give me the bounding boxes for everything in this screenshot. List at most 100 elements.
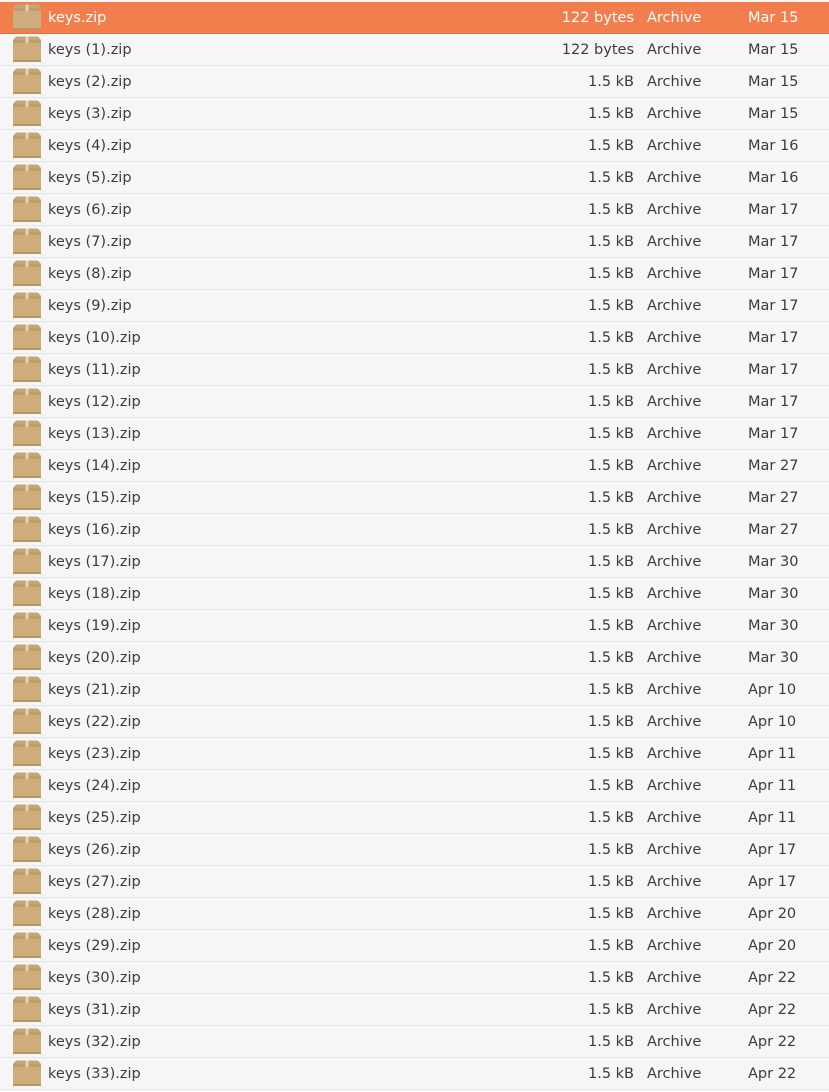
file-name: keys (19).zip [48, 618, 141, 634]
archive-package-icon [12, 868, 42, 895]
archive-package-icon [12, 228, 42, 255]
file-row[interactable]: keys (13).zip 1.5 kB Archive Mar 17 [0, 418, 829, 450]
file-modified: Mar 17 [748, 298, 799, 314]
file-name: keys (6).zip [48, 202, 132, 218]
file-row[interactable]: keys (31).zip 1.5 kB Archive Apr 22 [0, 994, 829, 1026]
file-row[interactable]: keys (26).zip 1.5 kB Archive Apr 17 [0, 834, 829, 866]
archive-package-icon [12, 580, 42, 607]
file-size: 1.5 kB [587, 170, 634, 186]
file-modified: Apr 11 [748, 746, 797, 762]
file-name: keys (12).zip [48, 394, 141, 410]
archive-package-icon [12, 644, 42, 671]
file-type: Archive [647, 106, 702, 122]
file-name: keys (4).zip [48, 138, 132, 154]
file-name: keys (23).zip [48, 746, 141, 762]
file-modified: Apr 22 [748, 1034, 797, 1050]
file-type: Archive [647, 522, 702, 538]
file-row[interactable]: keys (14).zip 1.5 kB Archive Mar 27 [0, 450, 829, 482]
file-name: keys (2).zip [48, 74, 132, 90]
file-row[interactable]: keys (25).zip 1.5 kB Archive Apr 11 [0, 802, 829, 834]
file-row[interactable]: keys (5).zip 1.5 kB Archive Mar 16 [0, 162, 829, 194]
file-size: 1.5 kB [587, 458, 634, 474]
file-name: keys (22).zip [48, 714, 141, 730]
file-row[interactable]: keys (6).zip 1.5 kB Archive Mar 17 [0, 194, 829, 226]
archive-package-icon [12, 1028, 42, 1055]
file-name: keys (33).zip [48, 1066, 141, 1082]
file-row[interactable]: keys (20).zip 1.5 kB Archive Mar 30 [0, 642, 829, 674]
file-type: Archive [647, 298, 702, 314]
file-size: 1.5 kB [587, 74, 634, 90]
archive-package-icon [12, 708, 42, 735]
file-modified: Mar 15 [748, 10, 799, 26]
file-modified: Mar 17 [748, 266, 799, 282]
file-name: keys (18).zip [48, 586, 141, 602]
file-size: 1.5 kB [587, 234, 634, 250]
file-row[interactable]: keys (24).zip 1.5 kB Archive Apr 11 [0, 770, 829, 802]
file-row[interactable]: keys (16).zip 1.5 kB Archive Mar 27 [0, 514, 829, 546]
file-type: Archive [647, 938, 702, 954]
file-name: keys (28).zip [48, 906, 141, 922]
file-row[interactable]: keys (27).zip 1.5 kB Archive Apr 17 [0, 866, 829, 898]
file-size: 1.5 kB [587, 1066, 634, 1082]
file-row[interactable]: keys (32).zip 1.5 kB Archive Apr 22 [0, 1026, 829, 1058]
file-size: 1.5 kB [587, 298, 634, 314]
archive-package-icon [12, 964, 42, 991]
archive-package-icon [12, 4, 42, 31]
file-type: Archive [647, 810, 702, 826]
file-row[interactable]: keys (30).zip 1.5 kB Archive Apr 22 [0, 962, 829, 994]
file-row[interactable]: keys (23).zip 1.5 kB Archive Apr 11 [0, 738, 829, 770]
file-row[interactable]: keys (10).zip 1.5 kB Archive Mar 17 [0, 322, 829, 354]
file-type: Archive [647, 330, 702, 346]
file-size: 1.5 kB [587, 522, 634, 538]
file-row[interactable]: keys (1).zip 122 bytes Archive Mar 15 [0, 34, 829, 66]
file-size: 1.5 kB [587, 554, 634, 570]
file-name: keys (3).zip [48, 106, 132, 122]
file-size: 1.5 kB [587, 810, 634, 826]
file-modified: Apr 10 [748, 682, 797, 698]
file-row[interactable]: keys (4).zip 1.5 kB Archive Mar 16 [0, 130, 829, 162]
file-type: Archive [647, 1066, 702, 1082]
file-modified: Mar 16 [748, 138, 799, 154]
archive-package-icon [12, 484, 42, 511]
file-modified: Mar 15 [748, 74, 799, 90]
file-name: keys (7).zip [48, 234, 132, 250]
archive-package-icon [12, 516, 42, 543]
file-modified: Mar 17 [748, 234, 799, 250]
file-row[interactable]: keys (33).zip 1.5 kB Archive Apr 22 [0, 1058, 829, 1090]
file-modified: Mar 17 [748, 330, 799, 346]
file-type: Archive [647, 714, 702, 730]
file-row[interactable]: keys (28).zip 1.5 kB Archive Apr 20 [0, 898, 829, 930]
file-modified: Apr 20 [748, 938, 797, 954]
file-list[interactable]: keys.zip 122 bytes Archive Mar 15 keys (… [0, 0, 829, 1092]
file-size: 1.5 kB [587, 970, 634, 986]
file-row[interactable]: keys.zip 122 bytes Archive Mar 15 [0, 2, 829, 34]
file-row[interactable]: keys (9).zip 1.5 kB Archive Mar 17 [0, 290, 829, 322]
file-row[interactable]: keys (21).zip 1.5 kB Archive Apr 10 [0, 674, 829, 706]
file-row[interactable]: keys (12).zip 1.5 kB Archive Mar 17 [0, 386, 829, 418]
file-row[interactable]: keys (2).zip 1.5 kB Archive Mar 15 [0, 66, 829, 98]
file-size: 1.5 kB [587, 1002, 634, 1018]
file-row[interactable]: keys (17).zip 1.5 kB Archive Mar 30 [0, 546, 829, 578]
file-row[interactable]: keys (19).zip 1.5 kB Archive Mar 30 [0, 610, 829, 642]
archive-package-icon [12, 164, 42, 191]
file-type: Archive [647, 874, 702, 890]
file-type: Archive [647, 1034, 702, 1050]
file-type: Archive [647, 586, 702, 602]
file-row[interactable]: keys (15).zip 1.5 kB Archive Mar 27 [0, 482, 829, 514]
file-type: Archive [647, 362, 702, 378]
file-row[interactable]: keys (22).zip 1.5 kB Archive Apr 10 [0, 706, 829, 738]
file-name: keys (8).zip [48, 266, 132, 282]
file-type: Archive [647, 682, 702, 698]
file-size: 1.5 kB [587, 714, 634, 730]
file-modified: Mar 15 [748, 42, 799, 58]
file-row[interactable]: keys (29).zip 1.5 kB Archive Apr 20 [0, 930, 829, 962]
file-row[interactable]: keys (7).zip 1.5 kB Archive Mar 17 [0, 226, 829, 258]
file-row[interactable]: keys (3).zip 1.5 kB Archive Mar 15 [0, 98, 829, 130]
file-size: 1.5 kB [587, 1034, 634, 1050]
file-modified: Apr 22 [748, 1002, 797, 1018]
archive-package-icon [12, 452, 42, 479]
file-row[interactable]: keys (18).zip 1.5 kB Archive Mar 30 [0, 578, 829, 610]
archive-package-icon [12, 772, 42, 799]
file-row[interactable]: keys (8).zip 1.5 kB Archive Mar 17 [0, 258, 829, 290]
file-row[interactable]: keys (11).zip 1.5 kB Archive Mar 17 [0, 354, 829, 386]
